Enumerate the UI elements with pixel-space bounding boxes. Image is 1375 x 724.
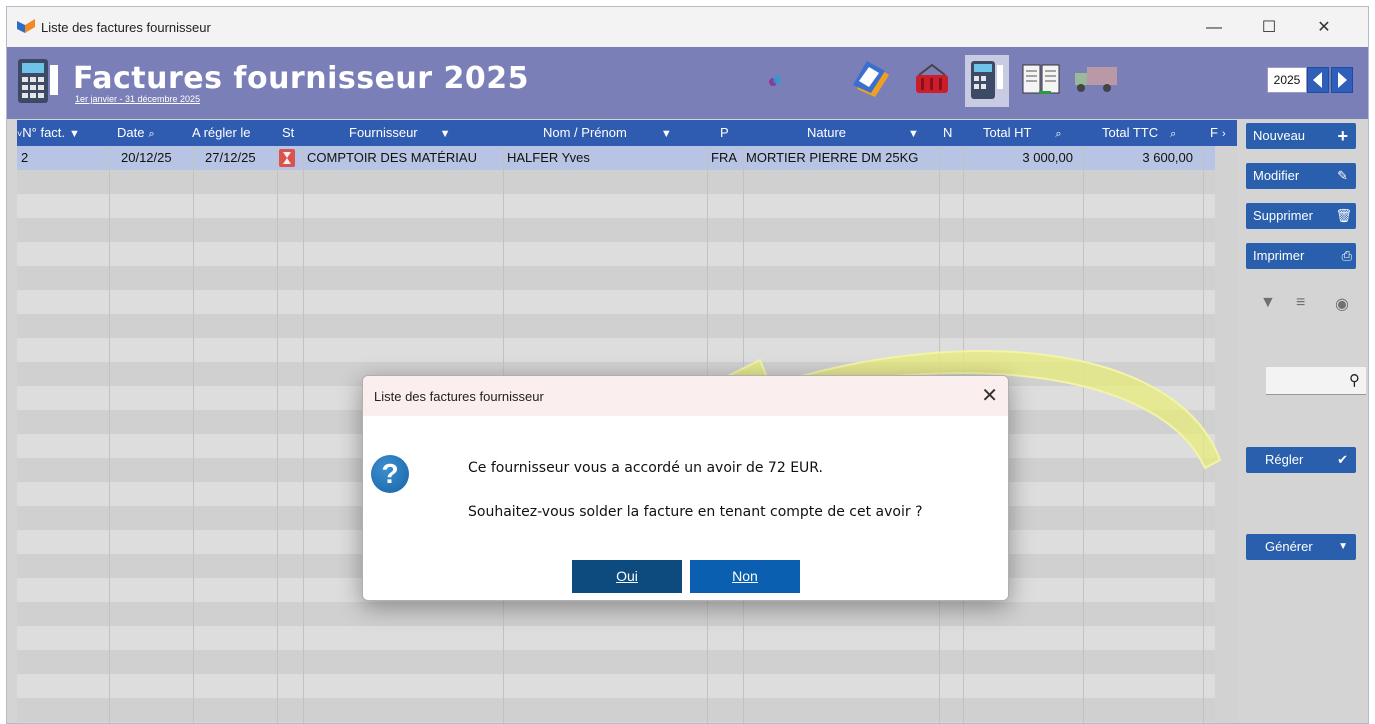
column-header-date[interactable]: Date ⌕ [117, 120, 155, 146]
quotes-icon[interactable] [849, 59, 893, 99]
cell-due-date: 27/12/25 [205, 150, 256, 165]
column-divider [277, 146, 278, 723]
scroll-right-icon[interactable]: › [1222, 128, 1226, 140]
hourglass-status-icon [279, 149, 295, 167]
table-row[interactable]: 2 20/12/25 27/12/25 COMPTOIR DES MATÉRIA… [17, 146, 1215, 170]
empty-row [17, 626, 1215, 650]
pencil-icon: ✎ [1337, 168, 1348, 183]
close-window-button[interactable]: ✕ [1302, 15, 1346, 41]
empty-row [17, 650, 1215, 674]
column-header-f[interactable]: F › [1210, 120, 1226, 146]
new-button[interactable]: Nouveau + [1246, 123, 1356, 149]
arrow-left-icon [1313, 72, 1322, 88]
question-icon: ? [371, 455, 409, 493]
dialog-title-bar: Liste des factures fournisseur ✕ [363, 376, 1008, 416]
print-button[interactable]: Imprimer ⎙ [1246, 243, 1356, 269]
page-title: Factures fournisseur 2025 [73, 61, 530, 96]
yes-button[interactable]: Oui [572, 560, 682, 593]
empty-row [17, 242, 1215, 266]
book-icon[interactable] [1021, 61, 1061, 97]
delivery-truck-icon[interactable] [1073, 63, 1119, 95]
table-header: ˅N° fact. ▼ Date ⌕ A régler le St Fourniss… [17, 120, 1237, 146]
empty-row [17, 674, 1215, 698]
empty-row [17, 218, 1215, 242]
search-icon: ⚲ [1349, 372, 1360, 389]
column-header-supplier[interactable]: Fournisseur ▼ [349, 120, 451, 146]
cell-number: 2 [21, 150, 29, 165]
no-button[interactable]: Non [690, 560, 800, 593]
dropdown-icon: ▼ [1338, 541, 1348, 552]
filter-icon[interactable]: ▼ [661, 128, 672, 140]
printer-icon: ⎙ [1341, 248, 1352, 263]
empty-row [17, 602, 1215, 626]
next-year-button[interactable] [1331, 67, 1353, 93]
arrow-right-icon [1338, 72, 1347, 88]
empty-row [17, 170, 1215, 194]
column-divider [303, 146, 304, 723]
header-band: Factures fournisseur 2025 1er janvier - … [7, 47, 1368, 119]
title-bar: Liste des factures fournisseur — ☐ ✕ [7, 7, 1368, 47]
cell-p: FRA [711, 150, 737, 165]
filter-icon[interactable]: ▼ [69, 128, 80, 140]
search-icon[interactable]: ⌕ [148, 128, 154, 140]
column-header-due-date[interactable]: A régler le [192, 120, 251, 146]
window-title: Liste des factures fournisseur [41, 20, 211, 35]
column-header-p[interactable]: P [720, 120, 729, 146]
column-header-total-ttc[interactable]: Total TTC ⌕ [1102, 120, 1176, 146]
cell-name: HALFER Yves [507, 150, 590, 165]
confirm-dialog: Liste des factures fournisseur ✕ ? Ce fo… [362, 375, 1009, 601]
previous-year-button[interactable] [1307, 67, 1329, 93]
checkmark-icon: ✔ [1337, 452, 1348, 467]
close-icon[interactable]: ✕ [981, 383, 998, 408]
calculator-icon [18, 59, 58, 103]
empty-row [17, 698, 1215, 722]
year-field[interactable]: 2025 [1267, 67, 1307, 93]
filter-icon[interactable]: ▼ [440, 128, 451, 140]
column-divider [109, 146, 110, 723]
cell-total-ht: 3 000,00 [1022, 150, 1073, 165]
column-header-total-ht[interactable]: Total HT ⌕ [983, 120, 1062, 146]
generate-button[interactable]: Générer ▼ [1246, 534, 1356, 560]
dialog-title: Liste des factures fournisseur [374, 389, 544, 404]
edit-button[interactable]: Modifier ✎ [1246, 163, 1356, 189]
search-icon[interactable]: ⌕ [1170, 128, 1176, 140]
app-logo-icon [17, 19, 35, 33]
column-header-name[interactable]: Nom / Prénom ▼ [543, 120, 672, 146]
refresh-icon[interactable]: ◉ [1335, 294, 1349, 314]
trash-icon: 🗑 [1335, 208, 1352, 223]
column-header-n[interactable]: N [943, 120, 952, 146]
empty-row [17, 194, 1215, 218]
period-link[interactable]: 1er janvier - 31 décembre 2025 [75, 94, 200, 104]
search-icon[interactable]: ⌕ [1055, 128, 1061, 140]
minimize-button[interactable]: — [1192, 15, 1236, 41]
column-header-status[interactable]: St [282, 120, 294, 146]
column-header-number[interactable]: ˅N° fact. ▼ [17, 120, 80, 146]
column-header-nature[interactable]: Nature ▼ [807, 120, 919, 146]
cell-date: 20/12/25 [121, 150, 172, 165]
plus-icon: + [1337, 126, 1348, 146]
dialog-message-credit: Ce fournisseur vous a accordé un avoir d… [468, 460, 823, 476]
cell-nature: MORTIER PIERRE DM 25KG [746, 150, 919, 165]
invoice-calculator-icon[interactable] [965, 55, 1009, 107]
delete-button[interactable]: Supprimer 🗑 [1246, 203, 1356, 229]
cell-total-ttc: 3 600,00 [1142, 150, 1193, 165]
column-divider [193, 146, 194, 723]
empty-row [17, 266, 1215, 290]
cell-supplier: COMPTOIR DES MATÉRIAU [307, 150, 477, 165]
color-palette-icon[interactable] [767, 73, 783, 89]
maximize-button[interactable]: ☐ [1247, 15, 1291, 41]
filter-icon[interactable]: ▼ [908, 128, 919, 140]
dialog-message-question: Souhaitez-vous solder la facture en tena… [468, 504, 923, 520]
basket-icon[interactable] [913, 63, 951, 97]
